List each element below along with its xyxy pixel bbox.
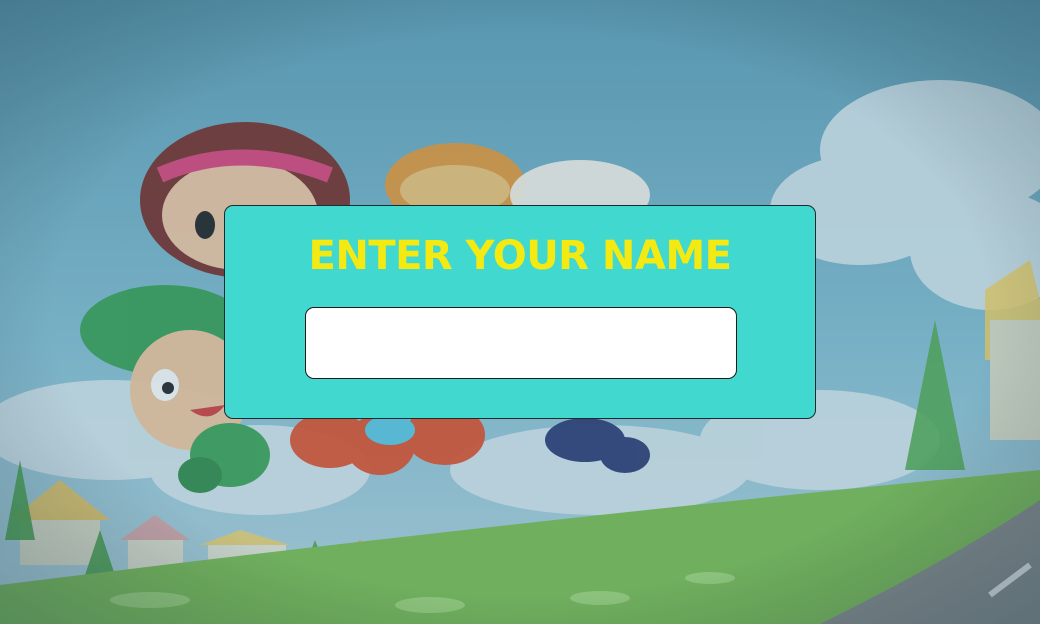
- dialog-title: ENTER YOUR NAME: [308, 233, 732, 279]
- enter-name-dialog: ENTER YOUR NAME: [224, 205, 816, 419]
- name-input[interactable]: [305, 307, 737, 379]
